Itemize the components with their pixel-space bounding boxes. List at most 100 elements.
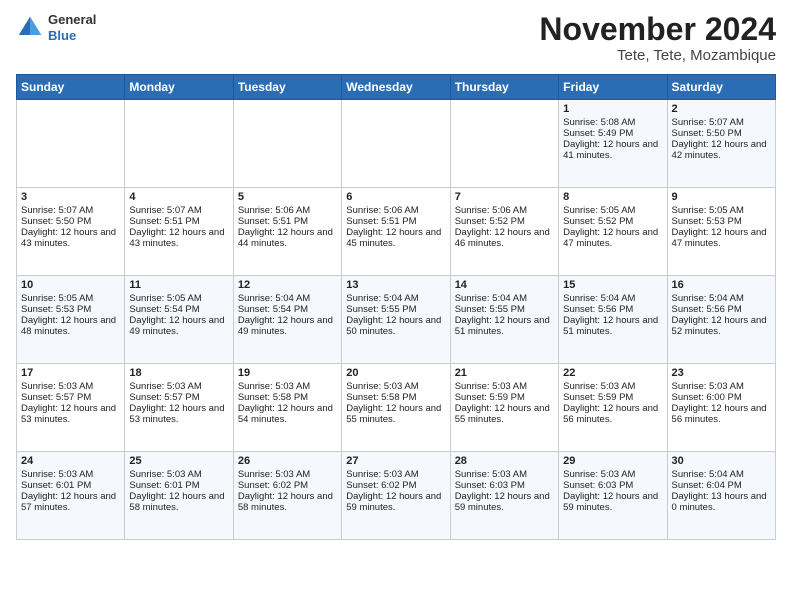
calendar-cell: 12Sunrise: 5:04 AMSunset: 5:54 PMDayligh… <box>233 276 341 364</box>
col-thursday: Thursday <box>450 75 558 100</box>
calendar-week-5: 24Sunrise: 5:03 AMSunset: 6:01 PMDayligh… <box>17 452 776 540</box>
calendar-cell <box>125 100 233 188</box>
sunrise-text: Sunrise: 5:05 AM <box>672 205 771 216</box>
calendar-cell: 5Sunrise: 5:06 AMSunset: 5:51 PMDaylight… <box>233 188 341 276</box>
sunset-text: Sunset: 5:54 PM <box>238 304 337 315</box>
sunset-text: Sunset: 5:59 PM <box>455 392 554 403</box>
daylight-text: Daylight: 12 hours and 42 minutes. <box>672 139 771 161</box>
calendar-cell: 28Sunrise: 5:03 AMSunset: 6:03 PMDayligh… <box>450 452 558 540</box>
day-number: 29 <box>563 455 662 467</box>
daylight-text: Daylight: 12 hours and 54 minutes. <box>238 403 337 425</box>
page-header: General Blue November 2024 Tete, Tete, M… <box>16 12 776 64</box>
daylight-text: Daylight: 12 hours and 47 minutes. <box>672 227 771 249</box>
col-saturday: Saturday <box>667 75 775 100</box>
daylight-text: Daylight: 12 hours and 47 minutes. <box>563 227 662 249</box>
sunrise-text: Sunrise: 5:03 AM <box>129 381 228 392</box>
sunrise-text: Sunrise: 5:03 AM <box>21 381 120 392</box>
sunrise-text: Sunrise: 5:03 AM <box>455 381 554 392</box>
daylight-text: Daylight: 12 hours and 49 minutes. <box>238 315 337 337</box>
daylight-text: Daylight: 12 hours and 55 minutes. <box>346 403 445 425</box>
daylight-text: Daylight: 12 hours and 51 minutes. <box>563 315 662 337</box>
daylight-text: Daylight: 12 hours and 45 minutes. <box>346 227 445 249</box>
location: Tete, Tete, Mozambique <box>539 47 776 64</box>
day-number: 18 <box>129 367 228 379</box>
day-number: 9 <box>672 191 771 203</box>
daylight-text: Daylight: 12 hours and 49 minutes. <box>129 315 228 337</box>
day-number: 28 <box>455 455 554 467</box>
day-number: 7 <box>455 191 554 203</box>
day-number: 26 <box>238 455 337 467</box>
calendar-cell: 21Sunrise: 5:03 AMSunset: 5:59 PMDayligh… <box>450 364 558 452</box>
calendar-cell: 6Sunrise: 5:06 AMSunset: 5:51 PMDaylight… <box>342 188 450 276</box>
daylight-text: Daylight: 12 hours and 59 minutes. <box>346 491 445 513</box>
day-number: 2 <box>672 103 771 115</box>
sunset-text: Sunset: 5:54 PM <box>129 304 228 315</box>
calendar-cell: 27Sunrise: 5:03 AMSunset: 6:02 PMDayligh… <box>342 452 450 540</box>
col-sunday: Sunday <box>17 75 125 100</box>
sunset-text: Sunset: 5:57 PM <box>129 392 228 403</box>
sunset-text: Sunset: 5:55 PM <box>455 304 554 315</box>
calendar-cell: 16Sunrise: 5:04 AMSunset: 5:56 PMDayligh… <box>667 276 775 364</box>
sunrise-text: Sunrise: 5:07 AM <box>21 205 120 216</box>
calendar-cell: 4Sunrise: 5:07 AMSunset: 5:51 PMDaylight… <box>125 188 233 276</box>
day-number: 17 <box>21 367 120 379</box>
sunset-text: Sunset: 5:51 PM <box>129 216 228 227</box>
daylight-text: Daylight: 12 hours and 41 minutes. <box>563 139 662 161</box>
title-block: November 2024 Tete, Tete, Mozambique <box>539 12 776 64</box>
sunset-text: Sunset: 5:57 PM <box>21 392 120 403</box>
daylight-text: Daylight: 12 hours and 58 minutes. <box>129 491 228 513</box>
logo: General Blue <box>16 12 96 43</box>
calendar-week-3: 10Sunrise: 5:05 AMSunset: 5:53 PMDayligh… <box>17 276 776 364</box>
calendar-cell: 19Sunrise: 5:03 AMSunset: 5:58 PMDayligh… <box>233 364 341 452</box>
calendar-week-2: 3Sunrise: 5:07 AMSunset: 5:50 PMDaylight… <box>17 188 776 276</box>
sunrise-text: Sunrise: 5:04 AM <box>563 293 662 304</box>
sunset-text: Sunset: 5:50 PM <box>21 216 120 227</box>
calendar-cell <box>17 100 125 188</box>
sunrise-text: Sunrise: 5:04 AM <box>455 293 554 304</box>
sunset-text: Sunset: 6:02 PM <box>346 480 445 491</box>
sunset-text: Sunset: 5:52 PM <box>563 216 662 227</box>
day-number: 30 <box>672 455 771 467</box>
daylight-text: Daylight: 12 hours and 53 minutes. <box>21 403 120 425</box>
day-number: 5 <box>238 191 337 203</box>
calendar-header: Sunday Monday Tuesday Wednesday Thursday… <box>17 75 776 100</box>
sunrise-text: Sunrise: 5:05 AM <box>129 293 228 304</box>
calendar-cell: 14Sunrise: 5:04 AMSunset: 5:55 PMDayligh… <box>450 276 558 364</box>
calendar-cell <box>450 100 558 188</box>
sunrise-text: Sunrise: 5:06 AM <box>455 205 554 216</box>
sunset-text: Sunset: 6:03 PM <box>563 480 662 491</box>
logo-blue: Blue <box>48 28 96 44</box>
calendar-cell: 1Sunrise: 5:08 AMSunset: 5:49 PMDaylight… <box>559 100 667 188</box>
sunset-text: Sunset: 5:50 PM <box>672 128 771 139</box>
calendar-table: Sunday Monday Tuesday Wednesday Thursday… <box>16 74 776 540</box>
daylight-text: Daylight: 13 hours and 0 minutes. <box>672 491 771 513</box>
header-row: Sunday Monday Tuesday Wednesday Thursday… <box>17 75 776 100</box>
daylight-text: Daylight: 12 hours and 56 minutes. <box>672 403 771 425</box>
sunset-text: Sunset: 6:00 PM <box>672 392 771 403</box>
sunset-text: Sunset: 6:01 PM <box>21 480 120 491</box>
day-number: 14 <box>455 279 554 291</box>
sunrise-text: Sunrise: 5:05 AM <box>21 293 120 304</box>
calendar-cell: 24 Sunrise: 5:03 AMSunset: 6:01 PMDayligh… <box>17 452 125 540</box>
day-number: 20 <box>346 367 445 379</box>
daylight-text: Daylight: 12 hours and 59 minutes. <box>455 491 554 513</box>
day-number: 24 <box>21 455 120 467</box>
col-friday: Friday <box>559 75 667 100</box>
sunrise-text: Sunrise: 5:03 AM <box>455 469 554 480</box>
calendar-cell <box>233 100 341 188</box>
day-number: 15 <box>563 279 662 291</box>
calendar-cell: 3Sunrise: 5:07 AMSunset: 5:50 PMDaylight… <box>17 188 125 276</box>
sunrise-text: Sunrise: 5:03 AM <box>346 381 445 392</box>
sunrise-text: Sunrise: 5:03 AM <box>21 469 120 480</box>
daylight-text: Daylight: 12 hours and 50 minutes. <box>346 315 445 337</box>
sunset-text: Sunset: 5:52 PM <box>455 216 554 227</box>
daylight-text: Daylight: 12 hours and 57 minutes. <box>21 491 120 513</box>
day-number: 11 <box>129 279 228 291</box>
sunset-text: Sunset: 6:04 PM <box>672 480 771 491</box>
sunrise-text: Sunrise: 5:03 AM <box>346 469 445 480</box>
sunrise-text: Sunrise: 5:08 AM <box>563 117 662 128</box>
col-wednesday: Wednesday <box>342 75 450 100</box>
calendar-cell: 15Sunrise: 5:04 AMSunset: 5:56 PMDayligh… <box>559 276 667 364</box>
daylight-text: Daylight: 12 hours and 59 minutes. <box>563 491 662 513</box>
calendar-cell: 26Sunrise: 5:03 AMSunset: 6:02 PMDayligh… <box>233 452 341 540</box>
